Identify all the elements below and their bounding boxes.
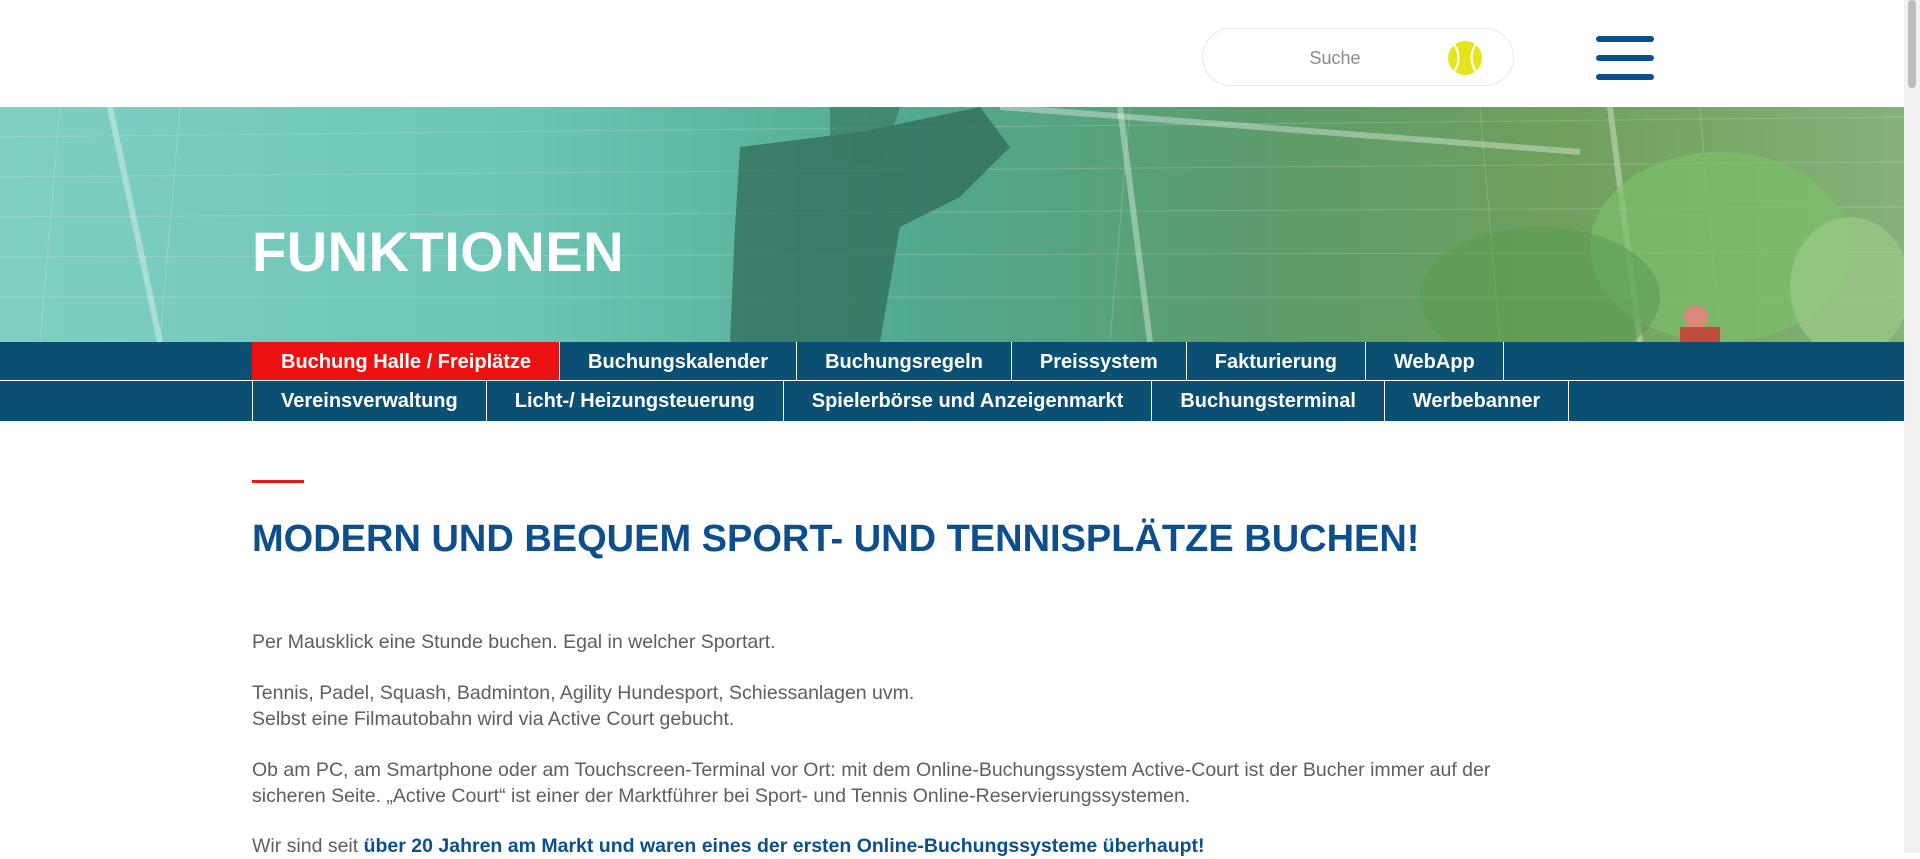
tab-werbebanner[interactable]: Werbebanner <box>1383 381 1570 421</box>
scrollbar-thumb[interactable] <box>1908 0 1916 88</box>
sports-paragraph: Tennis, Padel, Squash, Badminton, Agilit… <box>252 680 1632 732</box>
scrollbar[interactable] <box>1904 0 1920 853</box>
tab-spielerboerse-anzeigenmarkt[interactable]: Spielerbörse und Anzeigenmarkt <box>782 381 1152 421</box>
tab-licht-heizungsteuerung[interactable]: Licht-/ Heizungsteuerung <box>485 381 783 421</box>
tab-buchungsterminal[interactable]: Buchungsterminal <box>1151 381 1384 421</box>
sports-line-2: Selbst eine Filmautobahn wird via Active… <box>252 708 735 730</box>
tab-buchung-halle-freiplaetze[interactable]: Buchung Halle / Freiplätze <box>252 342 560 382</box>
site-header <box>0 0 1904 107</box>
tennis-ball-icon[interactable] <box>1447 40 1483 76</box>
tab-buchungskalender[interactable]: Buchungskalender <box>559 342 796 382</box>
search-input[interactable] <box>1223 43 1447 73</box>
section-accent-line <box>252 480 304 483</box>
hamburger-menu-icon[interactable] <box>1596 36 1654 80</box>
history-highlight: über 20 Jahren am Markt und waren eines … <box>363 835 1205 857</box>
hero-title: FUNKTIONEN <box>252 220 625 283</box>
function-nav-row-2: Vereinsverwaltung Licht-/ Heizungsteueru… <box>0 381 1904 421</box>
devices-line-2: sicheren Seite. „Active Court“ ist einer… <box>252 785 1191 807</box>
search-box <box>1202 28 1514 86</box>
function-nav-row-1: Buchung Halle / Freiplätze Buchungskalen… <box>0 342 1904 382</box>
tab-preissystem[interactable]: Preissystem <box>1010 342 1186 382</box>
history-prefix: Wir sind seit <box>252 835 364 857</box>
devices-line-1: Ob am PC, am Smartphone oder am Touchscr… <box>252 759 1491 781</box>
devices-paragraph: Ob am PC, am Smartphone oder am Touchscr… <box>252 757 1632 809</box>
history-paragraph: Wir sind seit über 20 Jahren am Markt un… <box>252 833 1632 859</box>
tab-fakturierung[interactable]: Fakturierung <box>1185 342 1365 382</box>
hero-banner: FUNKTIONEN <box>0 107 1904 342</box>
page-title: MODERN UND BEQUEM SPORT- UND TENNISPLÄTZ… <box>252 518 1420 560</box>
sports-line-1: Tennis, Padel, Squash, Badminton, Agilit… <box>252 682 915 704</box>
tab-vereinsverwaltung[interactable]: Vereinsverwaltung <box>252 381 486 421</box>
intro-paragraph: Per Mausklick eine Stunde buchen. Egal i… <box>252 631 776 653</box>
tab-webapp[interactable]: WebApp <box>1365 342 1504 382</box>
tab-buchungsregeln[interactable]: Buchungsregeln <box>796 342 1011 382</box>
